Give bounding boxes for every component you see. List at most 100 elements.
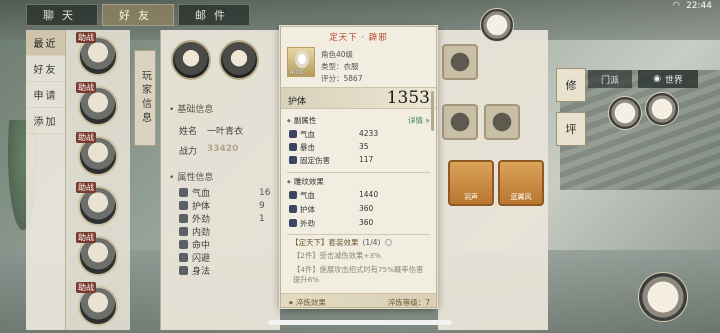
item-icon: 40级 bbox=[287, 47, 315, 77]
helper-badge: 助战 bbox=[76, 32, 96, 43]
tab-friends[interactable]: 好友 bbox=[102, 4, 174, 26]
plaza-seal-button[interactable]: 坪 bbox=[556, 112, 586, 146]
shield-icon bbox=[289, 205, 297, 213]
attr-name: 护体 bbox=[300, 205, 315, 214]
sub-attr-row: 固定伤害 117 bbox=[289, 155, 431, 166]
attr-name: 命中 bbox=[192, 241, 211, 251]
main-stat-band: 护体 1353 bbox=[281, 87, 436, 109]
attr-name: 护体 bbox=[192, 202, 211, 212]
sidebar-item-requests[interactable]: 申请 bbox=[26, 82, 65, 108]
attr-value: 360 bbox=[359, 204, 374, 213]
status-time: 22:44 bbox=[686, 1, 712, 11]
chevron-right-icon: » bbox=[425, 116, 430, 125]
sub-attr-row: 暴击 35 bbox=[289, 142, 431, 153]
details-link-label: 详情 bbox=[408, 116, 424, 125]
attr-name: 外劲 bbox=[300, 219, 315, 228]
basic-info-title: 基础信息 bbox=[169, 102, 213, 115]
equipment-slot[interactable] bbox=[484, 104, 520, 140]
carve-title: 雕纹效果 bbox=[287, 176, 324, 187]
tab-mail[interactable]: 邮件 bbox=[178, 4, 250, 26]
carve-attr-row: 气血 1440 bbox=[289, 190, 431, 201]
divider bbox=[287, 172, 430, 173]
attr-name: 外劲 bbox=[192, 215, 211, 225]
main-stat-value: 1353 bbox=[386, 88, 430, 108]
sidebar-item-recent[interactable]: 最近 bbox=[26, 30, 65, 56]
attr-value: 1440 bbox=[359, 190, 379, 199]
player-info-panel: 基础信息 姓名 一叶青衣 战力 33420 属性信息 气血16 护体9 外劲1 … bbox=[160, 30, 280, 330]
equipment-slot[interactable] bbox=[442, 104, 478, 140]
home-indicator[interactable] bbox=[268, 320, 452, 325]
helper-icon[interactable] bbox=[645, 92, 679, 126]
world-label: 世界 bbox=[664, 75, 683, 86]
character-icon[interactable] bbox=[480, 8, 514, 42]
temper-bar: 淬炼效果 淬炼等级：7 bbox=[281, 293, 436, 307]
friend-avatar[interactable]: 助战 bbox=[76, 282, 118, 326]
skill-slot[interactable]: 羽声 bbox=[448, 160, 494, 206]
set-effect-4: 【4件】施展攻击招式时有75%概率伤害提升6% bbox=[293, 265, 424, 284]
name-label: 姓名 bbox=[179, 127, 198, 137]
item-score: 评分：5867 bbox=[321, 74, 363, 83]
attr-name: 闪避 bbox=[192, 254, 211, 264]
attr-row: 闪避 bbox=[179, 251, 210, 264]
helper-badge: 助战 bbox=[76, 132, 96, 143]
details-link[interactable]: 详情 » bbox=[408, 115, 430, 126]
divider bbox=[287, 234, 430, 235]
set-effect-header: 【定天下】套装效果 (1/4) bbox=[291, 237, 393, 248]
sword-icon bbox=[289, 219, 297, 227]
info-icon[interactable] bbox=[385, 239, 393, 246]
attr-name: 气血 bbox=[192, 189, 211, 199]
power-value: 33420 bbox=[207, 144, 239, 154]
tab-chat[interactable]: 聊天 bbox=[26, 4, 98, 26]
attr-row: 身法 bbox=[179, 264, 210, 277]
equipment-slots-panel: 羽声 蓝翼风 bbox=[438, 30, 548, 330]
damage-icon bbox=[289, 156, 297, 164]
friend-avatar[interactable]: 助战 bbox=[76, 32, 118, 76]
friend-avatar[interactable]: 助战 bbox=[76, 132, 118, 176]
heart-icon bbox=[289, 191, 297, 199]
skill-slot[interactable]: 蓝翼风 bbox=[498, 160, 544, 206]
sidebar-item-friends[interactable]: 好友 bbox=[26, 56, 65, 82]
attr-value: 9 bbox=[259, 200, 265, 211]
meditate-skill-icon[interactable] bbox=[638, 272, 688, 322]
sub-attr-row: 气血 4233 bbox=[289, 129, 431, 140]
attr-info-title: 属性信息 bbox=[169, 170, 213, 183]
role-level: 角色40级 bbox=[321, 50, 354, 59]
attr-name: 气血 bbox=[300, 191, 315, 200]
item-tooltip: 定天下 · 辟邪 40级 角色40级 类型：衣服 评分：5867 护体 1353… bbox=[280, 26, 437, 308]
sidebar-item-add[interactable]: 添加 bbox=[26, 108, 65, 134]
name-row: 姓名 一叶青衣 bbox=[179, 124, 243, 137]
cultivate-seal-button[interactable]: 修 bbox=[556, 68, 586, 102]
attr-icon bbox=[179, 227, 188, 236]
set-title: 【定天下】套装效果 bbox=[291, 238, 359, 247]
sub-attr-title: 副属性 bbox=[287, 115, 317, 126]
skill-slot-label: 羽声 bbox=[464, 193, 478, 201]
world-channel-button[interactable]: ◉ 世界 bbox=[638, 70, 698, 88]
power-label: 战力 bbox=[179, 147, 198, 157]
attr-value: 1 bbox=[259, 213, 265, 224]
friend-avatar[interactable]: 助战 bbox=[76, 232, 118, 276]
tooltip-scrollbar[interactable] bbox=[431, 91, 434, 131]
temper-title: 淬炼效果 bbox=[289, 297, 326, 307]
helper-badge: 助战 bbox=[76, 232, 96, 243]
item-title: 定天下 · 辟邪 bbox=[329, 33, 388, 43]
wifi-icon: ◠ bbox=[672, 1, 681, 11]
friend-avatar[interactable]: 助战 bbox=[76, 182, 118, 226]
player-portrait[interactable] bbox=[219, 40, 259, 80]
attr-value: 35 bbox=[359, 142, 369, 151]
attr-row: 外劲 1 bbox=[179, 212, 265, 225]
friend-avatar[interactable]: 助战 bbox=[76, 82, 118, 126]
attr-icon bbox=[179, 201, 188, 210]
heart-icon bbox=[289, 130, 297, 138]
attr-name: 内劲 bbox=[192, 228, 211, 238]
player-info-vertical-tab[interactable]: 玩家信息 bbox=[134, 50, 156, 146]
attr-icon bbox=[179, 214, 188, 223]
set-count: (1/4) bbox=[362, 238, 381, 247]
attr-icon bbox=[179, 253, 188, 262]
temper-level: 淬炼等级：7 bbox=[387, 298, 430, 307]
sect-channel-button[interactable]: 门派 bbox=[588, 70, 632, 88]
attr-value: 16 bbox=[259, 187, 271, 198]
player-portrait[interactable] bbox=[171, 40, 211, 80]
equipment-slot[interactable] bbox=[442, 44, 478, 80]
attr-row: 气血 16 bbox=[179, 186, 270, 199]
map-marker-icon[interactable] bbox=[608, 96, 642, 130]
